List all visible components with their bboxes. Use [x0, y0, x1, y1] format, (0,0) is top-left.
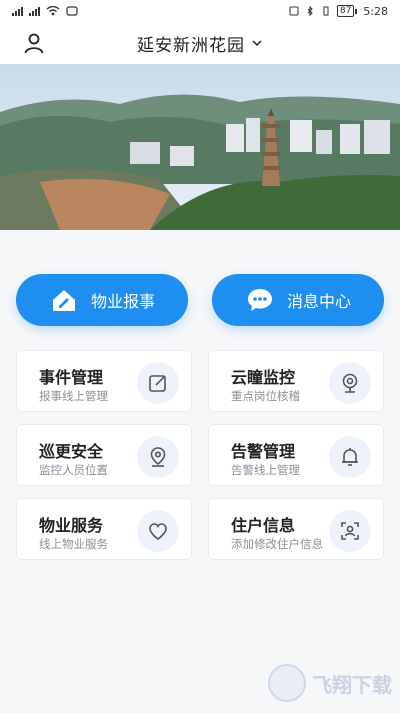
message-center-button[interactable]: 消息中心	[212, 274, 384, 326]
watermark-logo-icon	[268, 664, 306, 702]
card-title: 巡更安全	[39, 442, 104, 461]
card-title: 事件管理	[39, 368, 104, 387]
app-header: 延安新洲花园	[0, 22, 400, 64]
property-report-label: 物业报事	[90, 292, 155, 311]
heart-icon	[137, 510, 179, 552]
face-scan-icon	[329, 510, 371, 552]
card-title: 物业服务	[39, 516, 104, 535]
card-title: 告警管理	[231, 442, 296, 461]
home-report-icon	[52, 290, 75, 311]
battery-level: 87	[336, 5, 355, 17]
property-report-button[interactable]: 物业报事	[16, 274, 188, 326]
card-property-service[interactable]: 物业服务 线上物业服务	[16, 498, 192, 560]
card-subtitle: 报事线上管理	[39, 389, 108, 403]
signal-icon	[12, 6, 23, 16]
user-profile-icon[interactable]	[22, 31, 46, 55]
card-subtitle: 添加修改住户信息	[231, 537, 323, 551]
status-bar: 87 5:28	[0, 0, 400, 22]
message-center-label: 消息中心	[286, 292, 351, 311]
card-subtitle: 监控人员位置	[39, 463, 108, 477]
message-icon	[247, 289, 272, 311]
watermark-text: 飞翔下载	[312, 672, 392, 697]
location-pin-icon	[137, 436, 179, 478]
card-subtitle: 告警线上管理	[231, 463, 300, 477]
status-left	[12, 6, 78, 16]
edit-icon	[137, 362, 179, 404]
card-title: 住户信息	[231, 516, 296, 535]
clock: 5:28	[363, 4, 388, 18]
card-title: 云瞳监控	[231, 368, 296, 387]
city-landscape-image	[0, 64, 400, 230]
camera-icon	[329, 362, 371, 404]
card-patrol-safety[interactable]: 巡更安全 监控人员位置	[16, 424, 192, 486]
bell-icon	[329, 436, 371, 478]
card-subtitle: 重点岗位核稽	[231, 389, 300, 403]
card-alarm-management[interactable]: 告警管理 告警线上管理	[208, 424, 384, 486]
nfc-icon	[289, 6, 299, 16]
hero-banner[interactable]	[0, 64, 400, 230]
status-right: 87 5:28	[289, 5, 388, 18]
card-resident-info[interactable]: 住户信息 添加修改住户信息	[208, 498, 384, 560]
battery-icon: 87	[336, 5, 358, 17]
vibrate-icon	[323, 6, 329, 16]
quick-actions: 物业报事 消息中心	[16, 274, 384, 326]
community-title: 延安新洲花园	[137, 35, 245, 56]
watermark: 飞翔下载	[268, 664, 392, 702]
card-event-management[interactable]: 事件管理 报事线上管理	[16, 350, 192, 412]
community-selector[interactable]: 延安新洲花园	[137, 31, 263, 56]
wifi-icon	[46, 6, 60, 16]
bluetooth-icon	[307, 6, 313, 16]
feature-grid: 事件管理 报事线上管理 云瞳监控 重点岗位核稽 巡更安全 监控人员位置 告警管理…	[16, 350, 384, 560]
card-subtitle: 线上物业服务	[39, 537, 108, 551]
signal-2-icon	[29, 6, 40, 16]
chevron-down-icon	[252, 40, 262, 47]
card-cloud-monitoring[interactable]: 云瞳监控 重点岗位核稽	[208, 350, 384, 412]
notification-icon	[66, 6, 78, 16]
